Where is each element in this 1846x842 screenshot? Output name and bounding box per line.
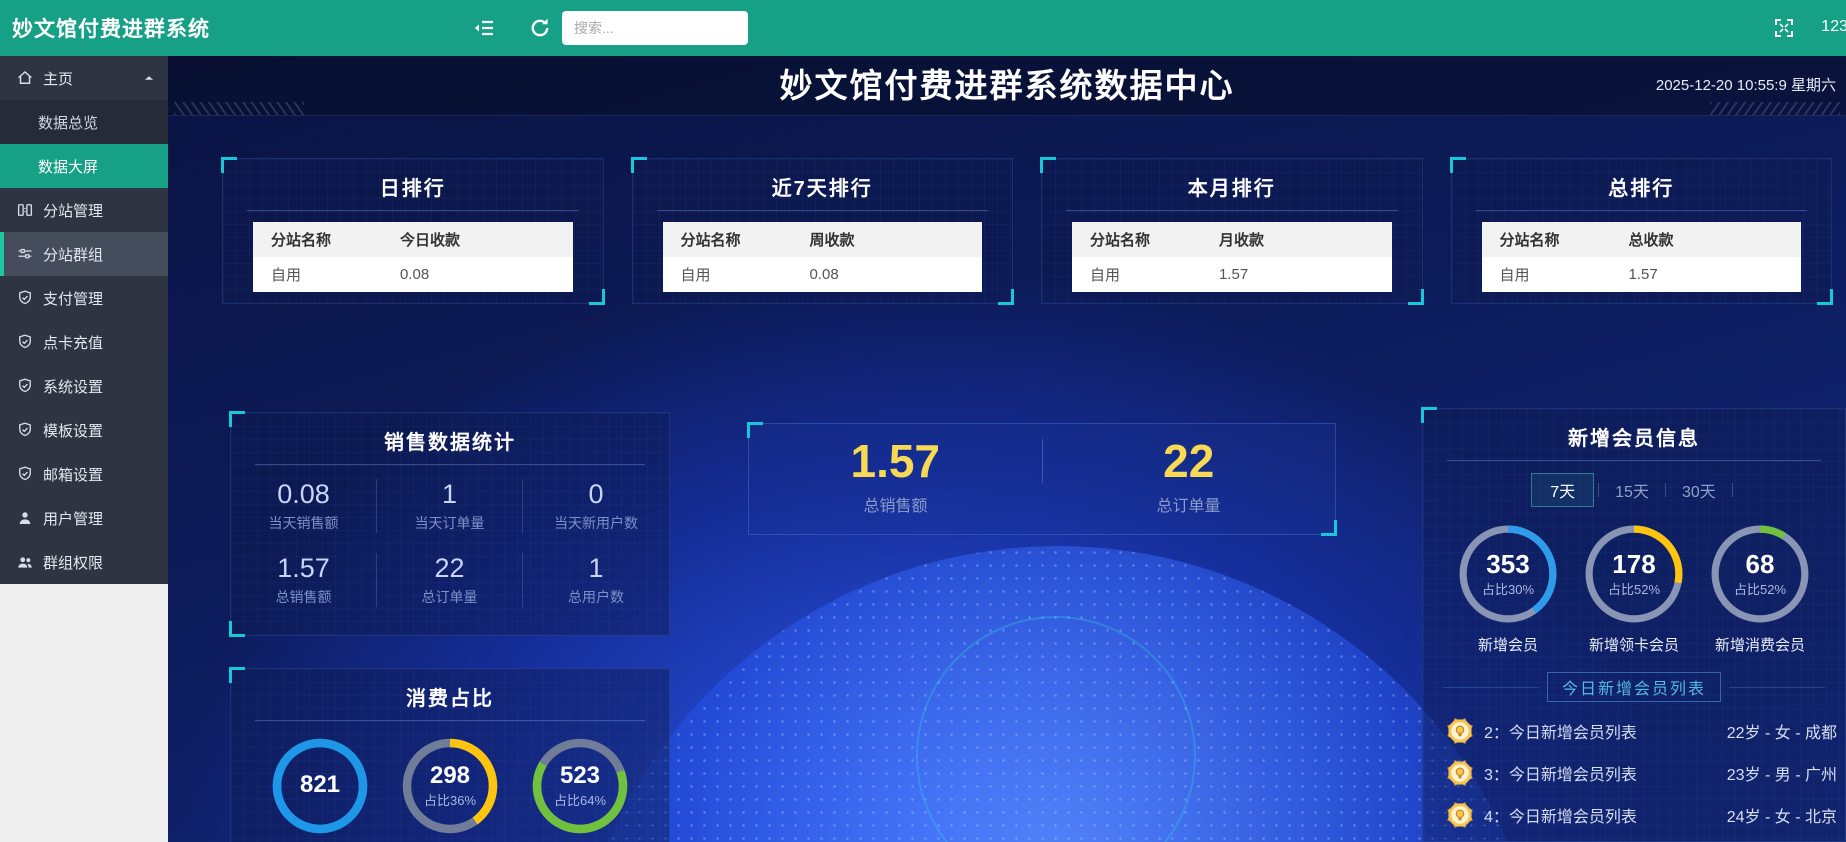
ranking-card-daily: 日排行 分站名称 今日收款 自用 0.08 xyxy=(222,158,604,304)
columns-icon xyxy=(16,201,34,219)
ranking-table: 分站名称 周收款 自用 0.08 xyxy=(663,222,983,292)
totals-box: 1.57 22 总销售额 总订单量 xyxy=(748,423,1336,535)
donut-label: 新增会员 xyxy=(1457,634,1559,655)
total-orders-label: 总订单量 xyxy=(1042,492,1335,516)
ranking-card-month: 本月排行 分站名称 月收款 自用 1.57 xyxy=(1041,158,1423,304)
medal-icon xyxy=(1445,716,1475,746)
ranking-cards-row: 日排行 分站名称 今日收款 自用 0.08 近7天排行 分站名称 周收款 xyxy=(222,158,1832,304)
card-title: 日排行 xyxy=(223,172,603,201)
donut-consume-36: 298 占比36% xyxy=(400,736,500,836)
consume-ratio-panel: 消费占比 821 298 占比36% xyxy=(230,668,670,842)
dashboard-title: 妙文馆付费进群系统数据中心 xyxy=(168,56,1846,116)
refresh-icon[interactable] xyxy=(528,16,552,40)
donut-new-card-members: 178 占比52% xyxy=(1583,523,1685,625)
sidebar-item-group-permissions[interactable]: 群组权限 xyxy=(0,540,168,584)
sliders-icon xyxy=(16,245,34,263)
stat-cell: 1 当天订单量 xyxy=(377,479,523,533)
list-item: 4：今日新增会员列表 24岁 - 女 - 北京 xyxy=(1445,794,1837,836)
dashboard-header: 妙文馆付费进群系统数据中心 2025-12-20 10:55:9 星期六 xyxy=(168,56,1846,116)
sidebar-item-substation-manage[interactable]: 分站管理 xyxy=(0,188,168,232)
top-bar: 妙文馆付费进群系统 123 xyxy=(0,0,1846,56)
tab-15days[interactable]: 15天 xyxy=(1603,474,1661,506)
sidebar-item-user-manage[interactable]: 用户管理 xyxy=(0,496,168,540)
ranking-table: 分站名称 月收款 自用 1.57 xyxy=(1072,222,1392,292)
table-row: 自用 1.57 xyxy=(1072,257,1392,292)
ranking-table: 分站名称 今日收款 自用 0.08 xyxy=(253,222,573,292)
medal-icon xyxy=(1445,800,1475,830)
tab-30days[interactable]: 30天 xyxy=(1670,474,1728,506)
shield-check-icon xyxy=(16,465,34,483)
new-members-list: 2：今日新增会员列表 22岁 - 女 - 成都 3：今日新增会员列表 23岁 -… xyxy=(1445,710,1837,836)
hatch-decoration xyxy=(1710,102,1840,115)
user-name[interactable]: 123 xyxy=(1821,18,1846,36)
list-item: 3：今日新增会员列表 23岁 - 男 - 广州 xyxy=(1445,752,1837,794)
donut-new-consume-members: 68 占比52% xyxy=(1709,523,1811,625)
sidebar-item-card-recharge[interactable]: 点卡充值 xyxy=(0,320,168,364)
shield-check-icon xyxy=(16,333,34,351)
collapse-menu-icon[interactable] xyxy=(472,16,496,40)
ranking-card-total: 总排行 分站名称 总收款 自用 1.57 xyxy=(1451,158,1833,304)
home-icon xyxy=(16,69,34,87)
total-sales-label: 总销售额 xyxy=(749,492,1042,516)
donut-label: 新增消费会员 xyxy=(1709,634,1811,655)
total-sales-value: 1.57 xyxy=(749,434,1042,488)
sidebar-item-home[interactable]: 主页 xyxy=(0,56,168,100)
sidebar-item-system-settings[interactable]: 系统设置 xyxy=(0,364,168,408)
donut-consume-64: 523 占比64% xyxy=(530,736,630,836)
shield-check-icon xyxy=(16,289,34,307)
sidebar-item-data-screen[interactable]: 数据大屏 xyxy=(0,144,168,188)
panel-title: 消费占比 xyxy=(231,682,669,711)
table-row: 自用 0.08 xyxy=(253,257,573,292)
users-icon xyxy=(16,553,34,571)
search-input[interactable] xyxy=(562,11,748,45)
sidebar-item-payment-manage[interactable]: 支付管理 xyxy=(0,276,168,320)
ranking-table: 分站名称 总收款 自用 1.57 xyxy=(1482,222,1802,292)
donut-new-members: 353 占比30% xyxy=(1457,523,1559,625)
search-box xyxy=(562,11,748,45)
sidebar: 主页 数据总览 数据大屏 分站管理 分站群组 xyxy=(0,56,168,842)
shield-check-icon xyxy=(16,377,34,395)
chevron-up-icon xyxy=(142,71,156,85)
stat-cell: 0 当天新用户数 xyxy=(523,479,669,533)
shield-check-icon xyxy=(16,421,34,439)
card-title: 总排行 xyxy=(1452,172,1832,201)
list-item: 2：今日新增会员列表 22岁 - 女 - 成都 xyxy=(1445,710,1837,752)
sales-stats-panel: 销售数据统计 0.08 当天销售额 1 当天订单量 0 当天新用户数 1.57 … xyxy=(230,412,670,636)
sidebar-item-mail-settings[interactable]: 邮箱设置 xyxy=(0,452,168,496)
user-icon xyxy=(16,509,34,527)
stat-cell: 1 总用户数 xyxy=(523,553,669,607)
stat-cell: 1.57 总销售额 xyxy=(231,553,377,607)
table-row: 自用 0.08 xyxy=(663,257,983,292)
stat-cell: 0.08 当天销售额 xyxy=(231,479,377,533)
medal-icon xyxy=(1445,758,1475,788)
stat-cell: 22 总订单量 xyxy=(377,553,523,607)
dashboard-main: 妙文馆付费进群系统数据中心 2025-12-20 10:55:9 星期六 日排行… xyxy=(168,56,1846,842)
total-orders-value: 22 xyxy=(1043,434,1336,488)
ranking-card-7days: 近7天排行 分站名称 周收款 自用 0.08 xyxy=(632,158,1014,304)
panel-title: 新增会员信息 xyxy=(1423,422,1845,451)
table-row: 自用 1.57 xyxy=(1482,257,1802,292)
donut-label: 新增领卡会员 xyxy=(1583,634,1685,655)
period-tabs: 7天 15天 30天 xyxy=(1423,473,1845,507)
donut-consume-total: 821 xyxy=(270,736,370,836)
hatch-decoration xyxy=(174,102,304,115)
sidebar-item-data-overview[interactable]: 数据总览 xyxy=(0,100,168,144)
card-title: 本月排行 xyxy=(1042,172,1422,201)
tab-7days[interactable]: 7天 xyxy=(1531,473,1594,507)
panel-title: 销售数据统计 xyxy=(231,426,669,455)
sidebar-item-substation-group[interactable]: 分站群组 xyxy=(0,232,168,276)
today-new-members-button[interactable]: 今日新增会员列表 xyxy=(1547,672,1721,702)
sidebar-item-template-settings[interactable]: 模板设置 xyxy=(0,408,168,452)
card-title: 近7天排行 xyxy=(633,172,1013,201)
new-members-panel: 新增会员信息 7天 15天 30天 353 占比30% xyxy=(1422,408,1846,842)
app-title: 妙文馆付费进群系统 xyxy=(12,13,210,43)
fullscreen-icon[interactable] xyxy=(1772,16,1796,40)
